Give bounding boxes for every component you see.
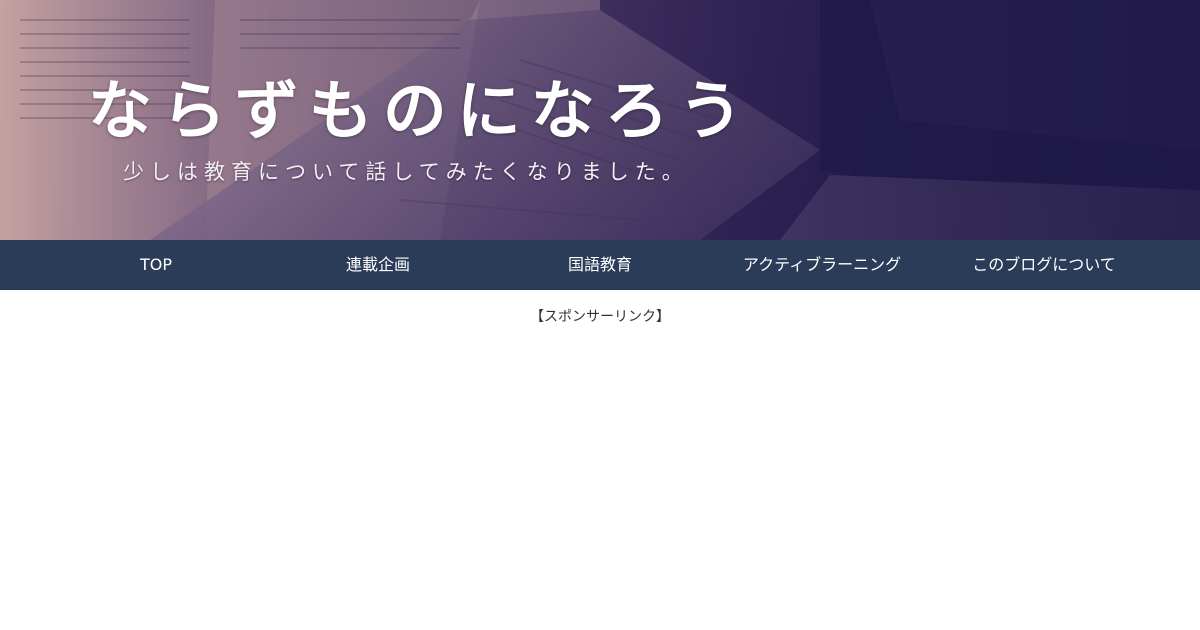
global-nav: TOP 連載企画 国語教育 アクティブラーニング このブログについて [0, 240, 1200, 290]
ad-area [0, 326, 1200, 616]
nav-item-top[interactable]: TOP [45, 240, 267, 290]
nav-item-japanese-education[interactable]: 国語教育 [489, 240, 711, 290]
nav-item-active-learning[interactable]: アクティブラーニング [711, 240, 933, 290]
header-banner: ならずものになろう 少しは教育について話してみたくなりました。 [0, 0, 1200, 240]
sponsor-label: 【スポンサーリンク】 [530, 309, 670, 325]
nav-item-series[interactable]: 連載企画 [267, 240, 489, 290]
site-tagline: 少しは教育について話してみたくなりました。 [123, 160, 689, 184]
nav-item-about-blog[interactable]: このブログについて [933, 240, 1155, 290]
main-content: 【スポンサーリンク】 [0, 306, 1200, 616]
site-title[interactable]: ならずものになろう [88, 60, 753, 152]
